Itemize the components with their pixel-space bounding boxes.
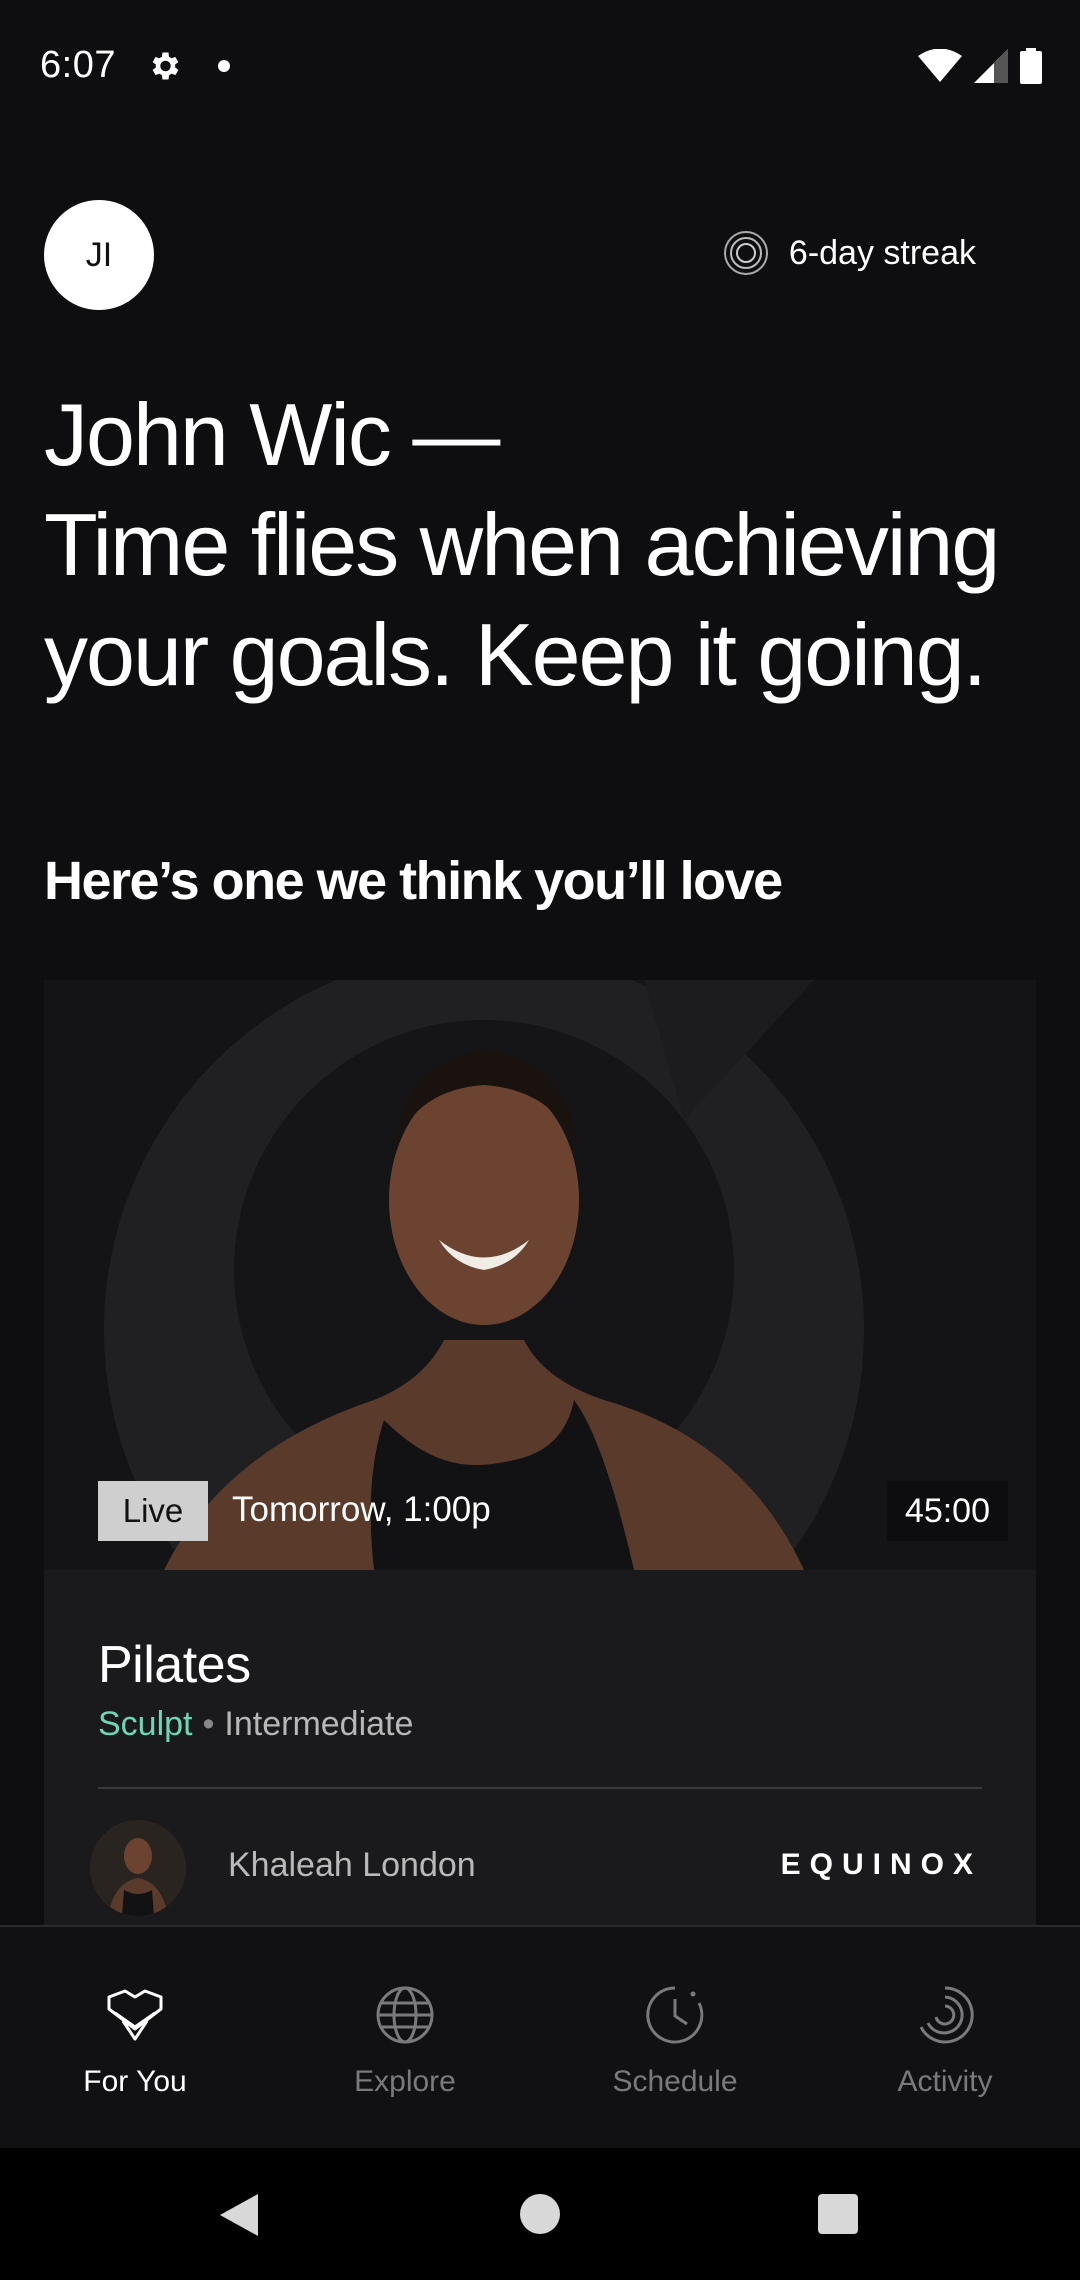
- globe-icon: [376, 1986, 434, 2044]
- nav-tab-activity[interactable]: Activity: [810, 1927, 1080, 2148]
- concentric-rings-icon: [723, 231, 768, 275]
- nav-label-for-you: For You: [83, 2065, 187, 2098]
- section-title: Here’s one we think you’ll love: [44, 851, 783, 911]
- class-meta: Sculpt • Intermediate: [98, 1705, 413, 1744]
- streak-indicator[interactable]: 6-day streak: [723, 230, 976, 276]
- greeting-message: Time flies when achieving your goals. Ke…: [44, 495, 1000, 704]
- nav-tab-schedule[interactable]: Schedule: [540, 1927, 810, 2148]
- notification-dot-icon: [218, 60, 230, 72]
- streak-label: 6-day streak: [788, 233, 976, 272]
- nav-label-explore: Explore: [354, 2065, 456, 2098]
- status-time: 6:07: [40, 44, 116, 86]
- cell-signal-icon: [974, 49, 1008, 83]
- profile-avatar[interactable]: JI: [44, 200, 154, 310]
- battery-icon: [1020, 48, 1042, 84]
- status-bar: 6:07: [0, 0, 1080, 135]
- nav-tab-for-you[interactable]: For You: [0, 1927, 270, 2148]
- avatar-initials: JI: [85, 235, 113, 274]
- class-title: Pilates: [98, 1636, 251, 1694]
- meta-separator: •: [202, 1705, 215, 1743]
- live-badge: Live: [98, 1481, 208, 1541]
- gear-icon: [152, 52, 179, 80]
- home-icon[interactable]: [520, 2194, 560, 2234]
- instructor-avatar: [90, 1820, 186, 1916]
- clock-icon: [646, 1986, 704, 2044]
- wifi-icon: [918, 49, 962, 82]
- instructor-name: Khaleah London: [228, 1846, 476, 1884]
- class-thumbnail: Live Tomorrow, 1:00p 45:00: [44, 980, 1036, 1570]
- nav-label-activity: Activity: [897, 2065, 993, 2098]
- recents-icon[interactable]: [818, 2194, 858, 2234]
- nav-label-schedule: Schedule: [612, 2065, 738, 2098]
- duration-badge: 45:00: [886, 1481, 1008, 1541]
- back-icon[interactable]: [218, 2192, 260, 2238]
- brand-logo: EQUINOX: [780, 1848, 982, 1881]
- scheduled-time: Tomorrow, 1:00p: [232, 1490, 491, 1529]
- featured-class-card[interactable]: Live Tomorrow, 1:00p 45:00 Pilates Sculp…: [44, 980, 1036, 1925]
- activity-rings-icon: [919, 1986, 974, 2044]
- class-category: Sculpt: [98, 1705, 193, 1743]
- greeting-headline: John Wic — Time flies when achieving you…: [44, 380, 1044, 710]
- card-divider: [98, 1787, 982, 1789]
- heart-chevron-icon: [107, 1989, 163, 2041]
- bottom-nav: For You Explore Schedule Activity: [0, 1925, 1080, 2148]
- status-indicators: [918, 48, 1042, 84]
- nav-tab-explore[interactable]: Explore: [270, 1927, 540, 2148]
- class-level: Intermediate: [224, 1705, 414, 1743]
- greeting-name: John Wic —: [44, 385, 500, 484]
